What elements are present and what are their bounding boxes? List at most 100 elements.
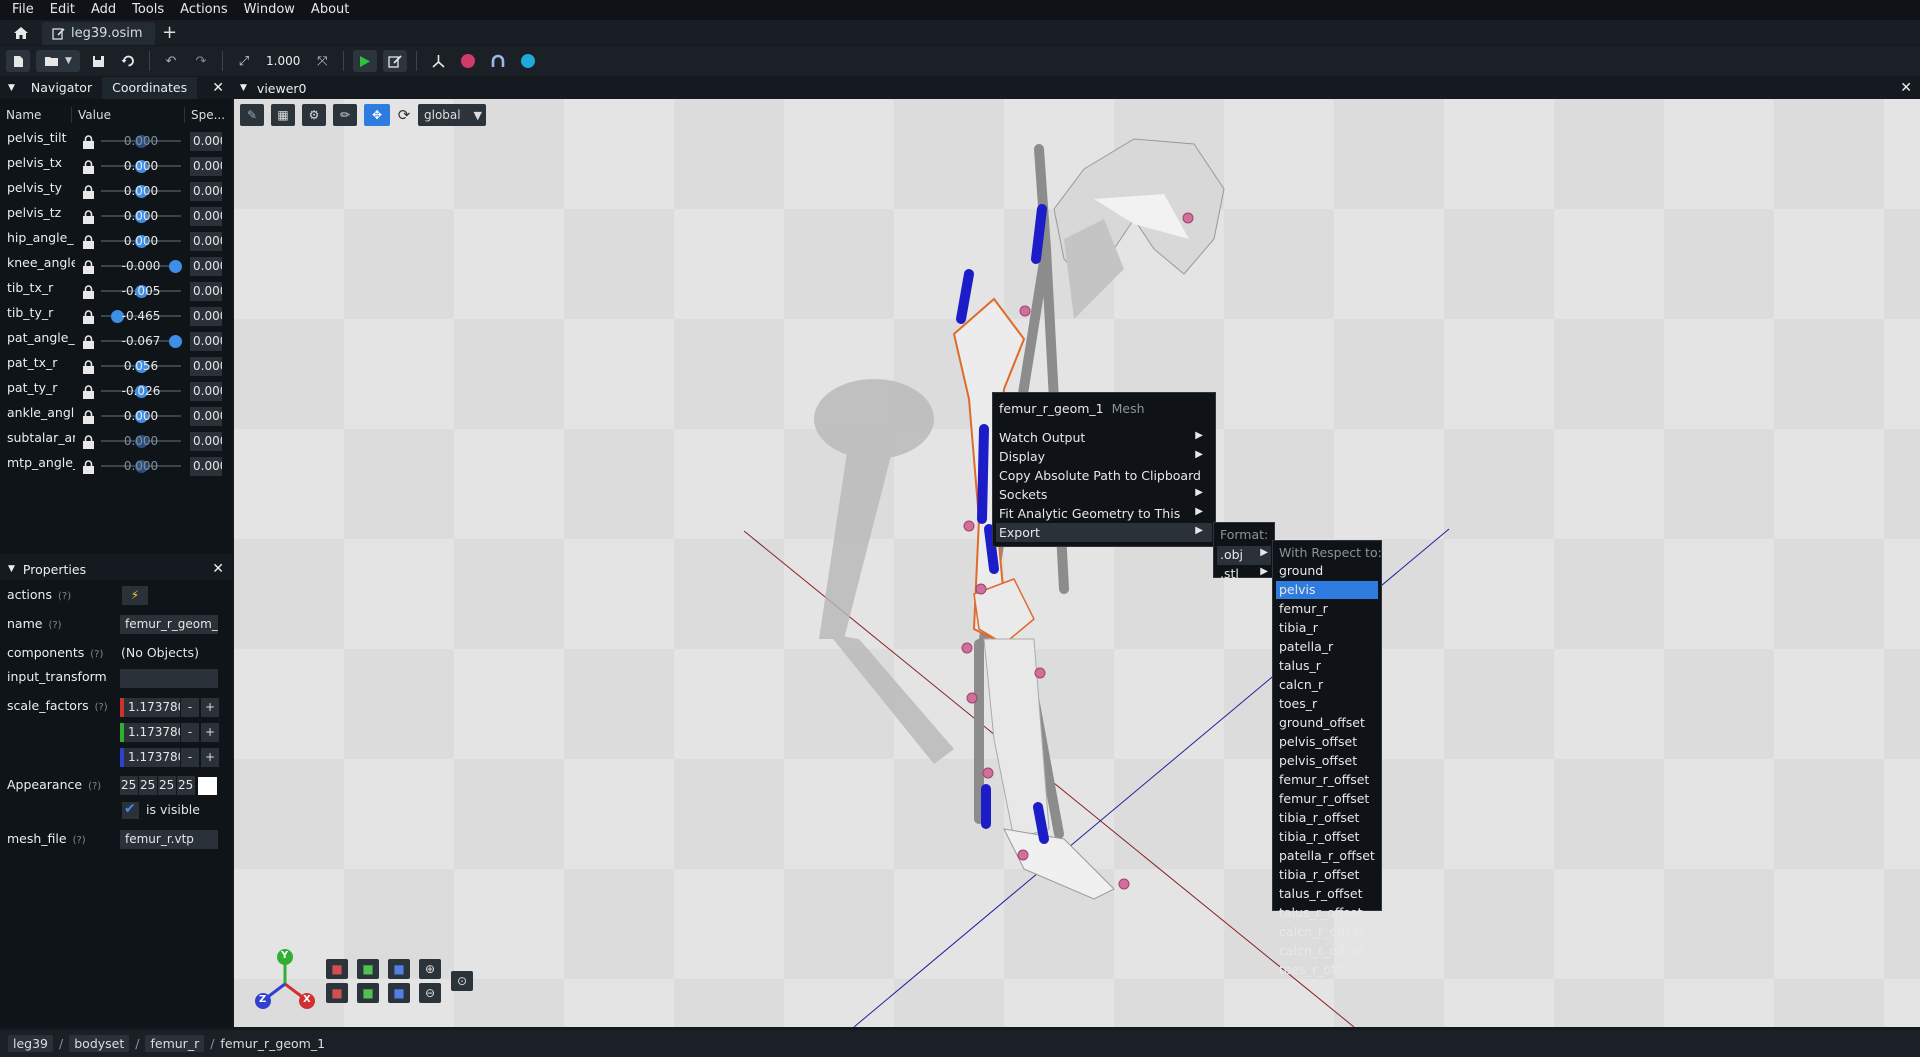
- speed-input[interactable]: 0.000: [190, 282, 222, 301]
- respect-item[interactable]: patella_r: [1279, 639, 1333, 654]
- appearance-r[interactable]: 25: [120, 776, 138, 795]
- speed-input[interactable]: 0.000: [190, 132, 222, 151]
- close-icon[interactable]: ✕: [1900, 80, 1912, 96]
- speed-input[interactable]: 0.000: [190, 457, 222, 476]
- appearance-a[interactable]: 25: [177, 776, 195, 795]
- view-x-button[interactable]: ■: [326, 959, 348, 979]
- appearance-b[interactable]: 25: [158, 776, 176, 795]
- scale-y-minus[interactable]: -: [181, 723, 199, 742]
- lock-icon[interactable]: [82, 310, 95, 324]
- input-transform-field[interactable]: [120, 669, 218, 688]
- lock-icon[interactable]: [82, 360, 95, 374]
- add-frame-button[interactable]: [426, 50, 450, 72]
- add-marker-button[interactable]: [456, 50, 480, 72]
- speed-input[interactable]: 0.000: [190, 432, 222, 451]
- scale-y-input[interactable]: 1.173780: [124, 723, 180, 742]
- collapse-icon[interactable]: ▼: [8, 83, 15, 93]
- speed-input[interactable]: 0.000: [190, 357, 222, 376]
- zoom-in-button[interactable]: ⊕: [419, 959, 441, 979]
- crumb-bodyset[interactable]: bodyset: [69, 1035, 130, 1052]
- menu-watch-output[interactable]: Watch Output ▶: [999, 430, 1211, 445]
- add-tab-button[interactable]: +: [155, 22, 185, 43]
- view-z-button[interactable]: ■: [388, 959, 410, 979]
- scale-z-minus[interactable]: -: [181, 748, 199, 767]
- respect-item[interactable]: talus_r_offset: [1279, 905, 1362, 920]
- format-stl[interactable]: .stl ▶: [1220, 566, 1270, 581]
- scale-z-input[interactable]: 1.173780: [124, 748, 180, 767]
- lock-icon[interactable]: [82, 435, 95, 449]
- tab-coordinates[interactable]: Coordinates: [102, 77, 198, 99]
- respect-item[interactable]: calcn_r_offset: [1279, 943, 1365, 958]
- lock-icon[interactable]: [82, 460, 95, 474]
- respect-item[interactable]: toes_r: [1279, 696, 1317, 711]
- fullscreen-button[interactable]: ⤧: [310, 50, 334, 72]
- speed-input[interactable]: 0.000: [190, 232, 222, 251]
- speed-input[interactable]: 0.000: [190, 307, 222, 326]
- menu-fit-geometry[interactable]: Fit Analytic Geometry to This ▶: [999, 506, 1211, 521]
- scale-x-minus[interactable]: -: [181, 698, 199, 717]
- lock-icon[interactable]: [82, 335, 95, 349]
- mesh-file-input[interactable]: femur_r.vtp: [120, 830, 218, 849]
- speed-input[interactable]: 0.000: [190, 157, 222, 176]
- speed-input[interactable]: 0.000: [190, 382, 222, 401]
- respect-item[interactable]: talus_r_offset: [1279, 886, 1362, 901]
- lock-icon[interactable]: [82, 210, 95, 224]
- respect-item[interactable]: pelvis: [1279, 582, 1315, 597]
- menu-display[interactable]: Display ▶: [999, 449, 1211, 464]
- respect-item[interactable]: calcn_r: [1279, 677, 1323, 692]
- menu-sockets[interactable]: Sockets ▶: [999, 487, 1211, 502]
- respect-item[interactable]: tibia_r_offset: [1279, 829, 1359, 844]
- lock-icon[interactable]: [82, 410, 95, 424]
- color-swatch[interactable]: [198, 777, 217, 795]
- zoom-value[interactable]: 1.000: [262, 54, 304, 68]
- lock-icon[interactable]: [82, 260, 95, 274]
- scale-x-plus[interactable]: +: [201, 698, 219, 717]
- appearance-g[interactable]: 25: [139, 776, 157, 795]
- scale-button[interactable]: ⤢: [232, 50, 256, 72]
- lock-icon[interactable]: [82, 135, 95, 149]
- menu-about[interactable]: About: [303, 0, 357, 20]
- visible-checkbox[interactable]: ✔: [122, 801, 139, 819]
- zoom-out-button[interactable]: ⊖: [419, 983, 441, 1003]
- undo-button[interactable]: ↶: [159, 50, 183, 72]
- respect-item[interactable]: pelvis_offset: [1279, 753, 1357, 768]
- respect-item[interactable]: calcn_r_offset: [1279, 924, 1365, 939]
- add-sphere-button[interactable]: [516, 50, 540, 72]
- respect-item[interactable]: femur_r_offset: [1279, 791, 1369, 806]
- respect-item[interactable]: toes_r_offset: [1279, 962, 1359, 977]
- respect-item[interactable]: pelvis_offset: [1279, 734, 1357, 749]
- menu-add[interactable]: Add: [83, 0, 124, 20]
- lock-icon[interactable]: [82, 285, 95, 299]
- speed-input[interactable]: 0.000: [190, 332, 222, 351]
- auto-focus-button[interactable]: ⊙: [451, 971, 473, 991]
- home-tab[interactable]: [0, 20, 42, 45]
- menu-tools[interactable]: Tools: [124, 0, 172, 20]
- 3d-viewport[interactable]: ✎ ▦ ⚙ ✏ ✥ ⟳ global ▼ Y X Z ■ ■ ■ ⊕ ■ ■ ■…: [234, 99, 1920, 1027]
- respect-item[interactable]: tibia_r_offset: [1279, 867, 1359, 882]
- add-muscle-button[interactable]: [486, 50, 510, 72]
- respect-item[interactable]: femur_r: [1279, 601, 1328, 616]
- tab-navigator[interactable]: Navigator: [21, 77, 102, 99]
- respect-item[interactable]: ground_offset: [1279, 715, 1365, 730]
- respect-item[interactable]: patella_r_offset: [1279, 848, 1375, 863]
- tab-leg39[interactable]: leg39.osim: [42, 22, 155, 45]
- respect-item[interactable]: tibia_r: [1279, 620, 1318, 635]
- format-obj[interactable]: .obj ▶: [1220, 547, 1270, 562]
- menu-export[interactable]: Export ▶: [999, 525, 1211, 540]
- lock-icon[interactable]: [82, 160, 95, 174]
- redo-button[interactable]: ↷: [189, 50, 213, 72]
- respect-item[interactable]: femur_r_offset: [1279, 772, 1369, 787]
- edit-model-button[interactable]: [383, 50, 408, 72]
- speed-input[interactable]: 0.000: [190, 182, 222, 201]
- view-y-button[interactable]: ■: [357, 959, 379, 979]
- lock-icon[interactable]: [82, 235, 95, 249]
- menu-copy-path[interactable]: Copy Absolute Path to Clipboard: [999, 468, 1201, 483]
- speed-input[interactable]: 0.000: [190, 257, 222, 276]
- speed-input[interactable]: 0.000: [190, 407, 222, 426]
- respect-item[interactable]: tibia_r_offset: [1279, 810, 1359, 825]
- actions-button[interactable]: ⚡: [122, 586, 148, 605]
- menu-file[interactable]: File: [4, 0, 42, 20]
- close-icon[interactable]: ✕: [212, 80, 224, 96]
- menu-edit[interactable]: Edit: [42, 0, 83, 20]
- scale-z-plus[interactable]: +: [201, 748, 219, 767]
